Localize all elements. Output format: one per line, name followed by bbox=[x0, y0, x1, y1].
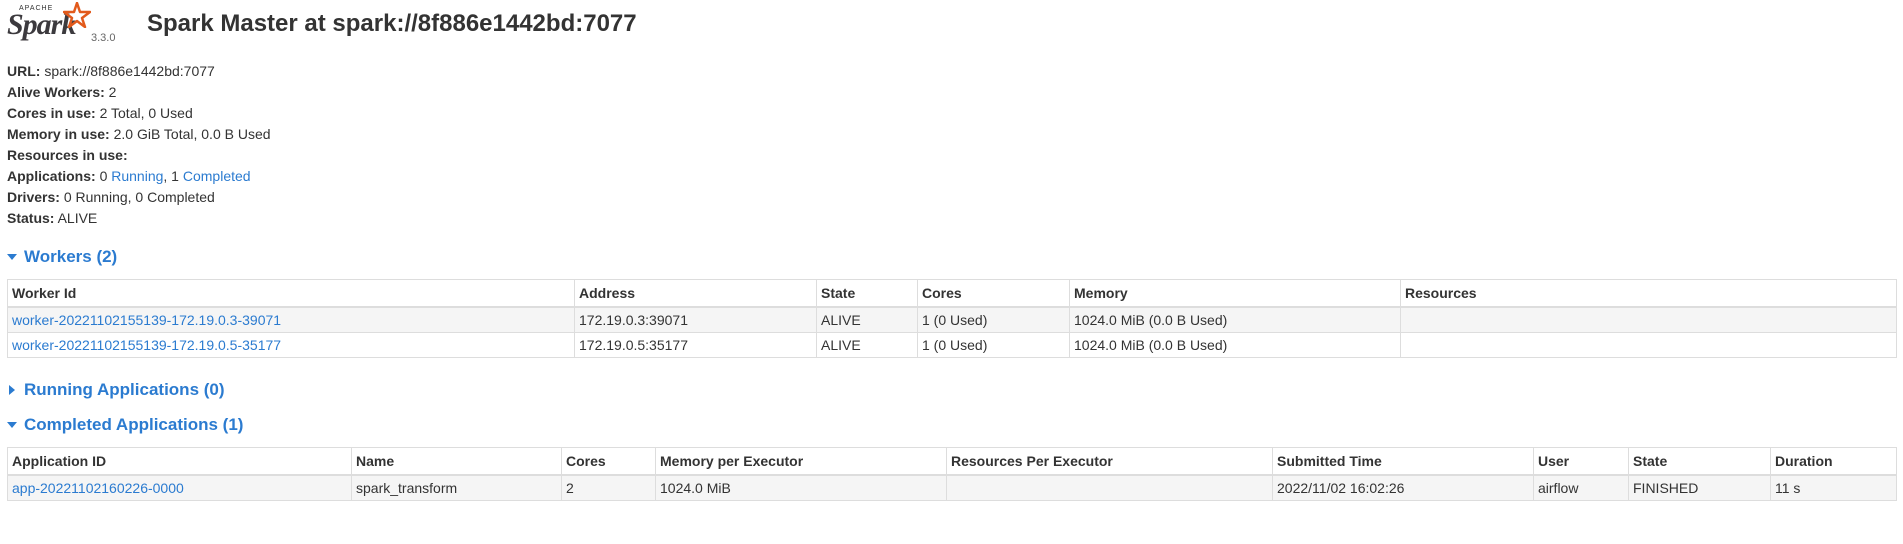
drivers-value: 0 Running, 0 Completed bbox=[63, 189, 215, 205]
workers-col-memory[interactable]: Memory bbox=[1069, 279, 1401, 308]
memory-label: Memory in use: bbox=[7, 126, 110, 142]
workers-table: Worker Id Address State Cores Memory Res… bbox=[7, 279, 1897, 358]
alive-workers-label: Alive Workers: bbox=[7, 84, 105, 100]
info-drivers: Drivers: 0 Running, 0 Completed bbox=[7, 187, 1896, 208]
status-value: ALIVE bbox=[57, 210, 98, 226]
alive-workers-value: 2 bbox=[108, 84, 117, 100]
applications-label: Applications: bbox=[7, 168, 96, 184]
app-user-cell: airflow bbox=[1533, 474, 1629, 501]
table-row: worker-20221102155139-172.19.0.5-35177 1… bbox=[7, 332, 1897, 358]
app-submitted-cell: 2022/11/02 16:02:26 bbox=[1272, 474, 1534, 501]
app-resources-cell bbox=[946, 474, 1273, 501]
worker-state-cell: ALIVE bbox=[816, 332, 918, 358]
workers-col-cores[interactable]: Cores bbox=[917, 279, 1070, 308]
apps-col-submitted-time[interactable]: Submitted Time bbox=[1272, 447, 1534, 476]
apps-col-state[interactable]: State bbox=[1628, 447, 1771, 476]
workers-section-toggle[interactable]: Workers (2) bbox=[7, 245, 1896, 269]
app-duration-cell: 11 s bbox=[1770, 474, 1897, 501]
worker-address-cell: 172.19.0.3:39071 bbox=[574, 306, 817, 333]
app-id-cell: app-20221102160226-0000 bbox=[7, 474, 352, 501]
memory-value: 2.0 GiB Total, 0.0 B Used bbox=[113, 126, 271, 142]
status-label: Status: bbox=[7, 210, 55, 226]
apps-col-cores[interactable]: Cores bbox=[561, 447, 656, 476]
caret-right-icon bbox=[9, 385, 15, 395]
worker-address-cell: 172.19.0.5:35177 bbox=[574, 332, 817, 358]
workers-col-state[interactable]: State bbox=[816, 279, 918, 308]
info-applications: Applications: 0 Running, 1 Completed bbox=[7, 166, 1896, 187]
completed-apps-heading: Completed Applications (1) bbox=[24, 415, 244, 434]
apps-col-memory-per-executor[interactable]: Memory per Executor bbox=[655, 447, 947, 476]
spark-logo[interactable]: APACHE Spark 3.3.0 bbox=[7, 2, 117, 52]
apps-col-user[interactable]: User bbox=[1533, 447, 1629, 476]
worker-state-cell: ALIVE bbox=[816, 306, 918, 333]
worker-link[interactable]: worker-20221102155139-172.19.0.3-39071 bbox=[12, 312, 281, 328]
app-cores-cell: 2 bbox=[561, 474, 656, 501]
info-resources: Resources in use: bbox=[7, 145, 1896, 166]
app-memory-cell: 1024.0 MiB bbox=[655, 474, 947, 501]
url-value: spark://8f886e1442bd:7077 bbox=[44, 63, 215, 79]
worker-cores-cell: 1 (0 Used) bbox=[917, 306, 1070, 333]
completed-apps-section-toggle[interactable]: Completed Applications (1) bbox=[7, 413, 1896, 437]
completed-apps-table: Application ID Name Cores Memory per Exe… bbox=[7, 447, 1897, 501]
app-link[interactable]: app-20221102160226-0000 bbox=[12, 480, 184, 496]
worker-id-cell: worker-20221102155139-172.19.0.5-35177 bbox=[7, 332, 575, 358]
app-name-cell: spark_transform bbox=[351, 474, 562, 501]
info-cores: Cores in use: 2 Total, 0 Used bbox=[7, 103, 1896, 124]
worker-cores-cell: 1 (0 Used) bbox=[917, 332, 1070, 358]
workers-heading: Workers (2) bbox=[24, 247, 118, 266]
apps-col-duration[interactable]: Duration bbox=[1770, 447, 1897, 476]
resources-label: Resources in use: bbox=[7, 147, 128, 163]
table-row: app-20221102160226-0000 spark_transform … bbox=[7, 474, 1897, 501]
table-row: worker-20221102155139-172.19.0.3-39071 1… bbox=[7, 306, 1897, 333]
info-status: Status: ALIVE bbox=[7, 208, 1896, 229]
completed-apps-link[interactable]: Completed bbox=[183, 168, 251, 184]
worker-link[interactable]: worker-20221102155139-172.19.0.5-35177 bbox=[12, 337, 281, 353]
page-title: Spark Master at spark://8f886e1442bd:707… bbox=[147, 10, 637, 37]
apps-col-name[interactable]: Name bbox=[351, 447, 562, 476]
spark-version: 3.3.0 bbox=[91, 32, 116, 44]
workers-col-resources[interactable]: Resources bbox=[1400, 279, 1897, 308]
app-state-cell: FINISHED bbox=[1628, 474, 1771, 501]
workers-col-worker-id[interactable]: Worker Id bbox=[7, 279, 575, 308]
cores-value: 2 Total, 0 Used bbox=[99, 105, 193, 121]
url-label: URL: bbox=[7, 63, 41, 79]
apps-col-application-id[interactable]: Application ID bbox=[7, 447, 352, 476]
worker-memory-cell: 1024.0 MiB (0.0 B Used) bbox=[1069, 332, 1401, 358]
apps-col-resources-per-executor[interactable]: Resources Per Executor bbox=[946, 447, 1273, 476]
master-info-list: URL: spark://8f886e1442bd:7077 Alive Wor… bbox=[7, 61, 1896, 229]
worker-id-cell: worker-20221102155139-172.19.0.3-39071 bbox=[7, 306, 575, 333]
caret-down-icon bbox=[7, 422, 17, 428]
running-apps-section-toggle[interactable]: Running Applications (0) bbox=[7, 378, 1896, 402]
cores-label: Cores in use: bbox=[7, 105, 96, 121]
running-apps-link[interactable]: Running bbox=[111, 168, 163, 184]
drivers-label: Drivers: bbox=[7, 189, 60, 205]
info-memory: Memory in use: 2.0 GiB Total, 0.0 B Used bbox=[7, 124, 1896, 145]
info-url: URL: spark://8f886e1442bd:7077 bbox=[7, 61, 1896, 82]
spark-master-page: APACHE Spark 3.3.0 Spark Master at spark… bbox=[0, 0, 1903, 501]
workers-col-address[interactable]: Address bbox=[574, 279, 817, 308]
header: APACHE Spark 3.3.0 Spark Master at spark… bbox=[7, 0, 1896, 60]
worker-memory-cell: 1024.0 MiB (0.0 B Used) bbox=[1069, 306, 1401, 333]
worker-resources-cell bbox=[1400, 306, 1897, 333]
applications-separator: , 1 bbox=[163, 168, 179, 184]
spark-star-icon bbox=[63, 2, 91, 28]
info-alive-workers: Alive Workers: 2 bbox=[7, 82, 1896, 103]
running-apps-heading: Running Applications (0) bbox=[24, 380, 225, 399]
applications-running-count: 0 bbox=[99, 168, 108, 184]
worker-resources-cell bbox=[1400, 332, 1897, 358]
caret-down-icon bbox=[7, 254, 17, 260]
